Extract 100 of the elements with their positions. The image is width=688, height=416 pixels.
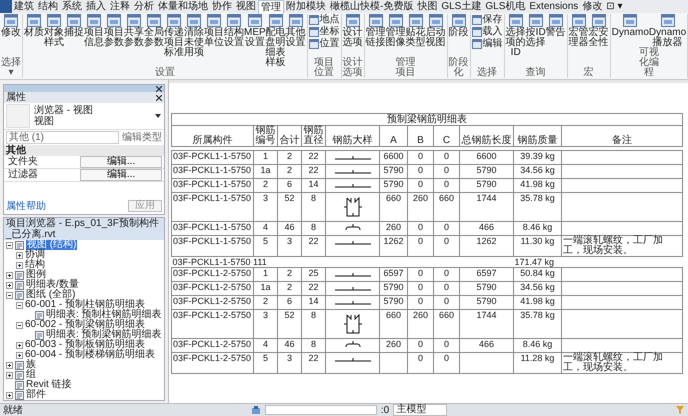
edit-button[interactable]: 编辑... <box>80 156 162 168</box>
ribbon-button[interactable]: 启动视图 <box>426 14 446 58</box>
column-header: C <box>434 126 460 146</box>
table-cell: 03F-PCKL1-1-5750 <box>173 179 252 189</box>
ribbon-button[interactable]: 材质 <box>24 14 44 68</box>
ribbon-button[interactable]: 宏管理器 <box>568 14 589 68</box>
collapse-icon[interactable] <box>16 302 23 308</box>
ribbon-tab[interactable]: ⊡ ▾ <box>604 0 624 13</box>
ribbon-button[interactable]: 项目参数 <box>104 14 124 68</box>
ribbon-button[interactable]: 选择项的ID <box>506 14 526 68</box>
tree-item[interactable]: 图例 <box>26 270 46 280</box>
tree-item[interactable]: 明细表: 预制柱钢筋明细表 <box>46 310 162 320</box>
ribbon-button[interactable]: 地点 <box>308 14 340 25</box>
table-cell: 0 <box>418 165 423 175</box>
ribbon-button[interactable]: 警告 <box>546 14 566 68</box>
tree-item[interactable]: 组 <box>26 370 36 380</box>
ribbon-button[interactable]: 全局参数 <box>144 14 164 68</box>
ribbon-button[interactable]: 坐标 <box>308 26 340 37</box>
ribbon-button[interactable]: Dynamo <box>612 14 649 48</box>
ribbon-tab[interactable]: 体量和场地 <box>156 0 210 13</box>
ribbon-tab[interactable]: 修改 <box>580 0 604 13</box>
ribbon-button[interactable]: 贴花类型 <box>406 14 426 58</box>
ribbon-button[interactable]: 其他设置 <box>286 14 306 68</box>
expand-icon[interactable] <box>16 252 23 258</box>
close-icon[interactable] <box>156 86 162 92</box>
table-cell: 5 <box>262 353 268 363</box>
help-link[interactable]: 属性帮助 <box>6 199 46 213</box>
ribbon-button[interactable]: 保存 <box>472 14 503 25</box>
ribbon-tab[interactable]: GLS机电 <box>483 0 528 13</box>
ribbon-tab[interactable]: 注释 <box>108 0 132 13</box>
tree-item[interactable]: 60-001 - 预制柱钢筋明细表 <box>25 300 146 310</box>
ribbon-button[interactable]: 位置 <box>308 38 340 49</box>
table-cell: 03F-PCKL1-2-5750 <box>173 353 252 363</box>
ribbon-button[interactable]: 捕捉 <box>64 14 84 68</box>
collapse-icon[interactable] <box>16 322 23 328</box>
tree-item[interactable]: 结构 <box>25 260 45 270</box>
expand-icon[interactable] <box>6 362 13 368</box>
ribbon-button[interactable]: 编辑 <box>472 38 503 49</box>
tree-item[interactable]: 60-003 - 预制板钢筋明细表 <box>25 340 146 350</box>
ribbon-tab[interactable]: 快图 <box>415 0 440 13</box>
expand-icon[interactable] <box>16 342 23 348</box>
expand-icon[interactable] <box>6 392 13 398</box>
table-cell: 03F-PCKL1-1-5750 <box>173 193 252 203</box>
expand-icon[interactable] <box>16 352 23 358</box>
ribbon-button[interactable]: 宏安全性 <box>588 14 609 68</box>
tree-item[interactable]: 60-002 - 预制梁钢筋明细表 <box>25 320 146 330</box>
expand-icon[interactable] <box>6 282 13 288</box>
ribbon-tab[interactable]: 建筑 <box>12 0 36 13</box>
ribbon-button[interactable]: 管理链接 <box>366 14 386 58</box>
edit-type-button[interactable]: 编辑类型 <box>122 132 162 143</box>
tree-item[interactable]: 明细表/数量 <box>26 280 79 290</box>
ribbon-button[interactable]: 修改 <box>1 14 21 58</box>
table-cell: 6 <box>286 296 292 306</box>
tree-item[interactable]: 部件 <box>26 390 46 400</box>
tree-item[interactable]: 图纸 (全部) <box>26 290 76 300</box>
ribbon-button[interactable]: 清除未使用项 <box>184 14 204 68</box>
ribbon-tab[interactable]: 附加模块 <box>284 0 328 13</box>
ribbon-tab[interactable]: 视图 <box>234 0 258 13</box>
ribbon-tab[interactable]: 分析 <box>132 0 156 13</box>
ribbon-tab[interactable]: GLS土建 <box>439 0 484 13</box>
ribbon-button[interactable]: 载入 <box>472 26 503 37</box>
ribbon-button[interactable]: 管理图像 <box>386 14 406 58</box>
expand-icon[interactable] <box>6 372 13 378</box>
expand-icon[interactable] <box>16 262 23 268</box>
ribbon-button[interactable]: 阶段 <box>448 14 469 58</box>
ribbon-tab[interactable]: 橄榄山快模-免费版 <box>328 0 416 13</box>
ribbon-button[interactable]: 配电盘明细表样板 <box>266 14 286 68</box>
ribbon-tab[interactable]: 管理 <box>258 0 284 14</box>
close-icon[interactable] <box>156 94 162 100</box>
table-cell: 22 <box>308 282 318 292</box>
ribbon-button[interactable]: 项目信息 <box>84 14 104 68</box>
workset-icon[interactable] <box>250 405 261 415</box>
ribbon-tab[interactable]: 协作 <box>210 0 234 13</box>
tree-item[interactable]: 明细表: 预制梁钢筋明细表 <box>46 330 162 340</box>
expand-icon[interactable] <box>6 272 13 278</box>
ribbon-button[interactable]: 结构设置 <box>224 14 244 68</box>
ribbon-tab[interactable]: 插入 <box>84 0 108 13</box>
ribbon-tab[interactable]: Extensions <box>527 0 580 13</box>
edit-button[interactable]: 编辑... <box>80 169 162 181</box>
collapse-icon[interactable] <box>6 292 13 298</box>
tree-item[interactable]: 60-004 - 预制楼梯钢筋明细表 <box>25 350 156 360</box>
ribbon-button[interactable]: 对象样式 <box>44 14 64 68</box>
ribbon-tab[interactable]: 系统 <box>60 0 84 13</box>
ribbon-button[interactable]: 按ID选择 <box>526 14 546 68</box>
ribbon-button[interactable]: Dynamo 播放器 <box>648 14 686 48</box>
ribbon-button[interactable]: 传递项目标准 <box>164 14 184 68</box>
tree-item[interactable]: 族 <box>26 360 36 370</box>
type-selector[interactable]: 浏览器 - 视图 视图 <box>4 103 164 130</box>
ribbon-tab[interactable]: 结构 <box>36 0 60 13</box>
tree-item[interactable]: Revit 链接 <box>26 380 72 390</box>
collapse-icon[interactable] <box>6 242 13 248</box>
table-cell: 03F-PCKL1-1-5750 <box>173 165 252 175</box>
instance-dropdown[interactable]: 其他 (1) <box>6 131 119 144</box>
tree-item[interactable]: 视图 (结构) <box>26 240 78 250</box>
ribbon-button[interactable]: 项目单位 <box>204 14 224 68</box>
ribbon-button[interactable]: MEP设置 <box>244 14 266 68</box>
design-option-dropdown[interactable]: 主模型 <box>393 404 448 416</box>
tree-item[interactable]: 协调 <box>25 250 45 260</box>
ribbon-button[interactable]: 共享参数 <box>124 14 144 68</box>
ribbon-button[interactable]: 设计选项 <box>342 14 363 58</box>
